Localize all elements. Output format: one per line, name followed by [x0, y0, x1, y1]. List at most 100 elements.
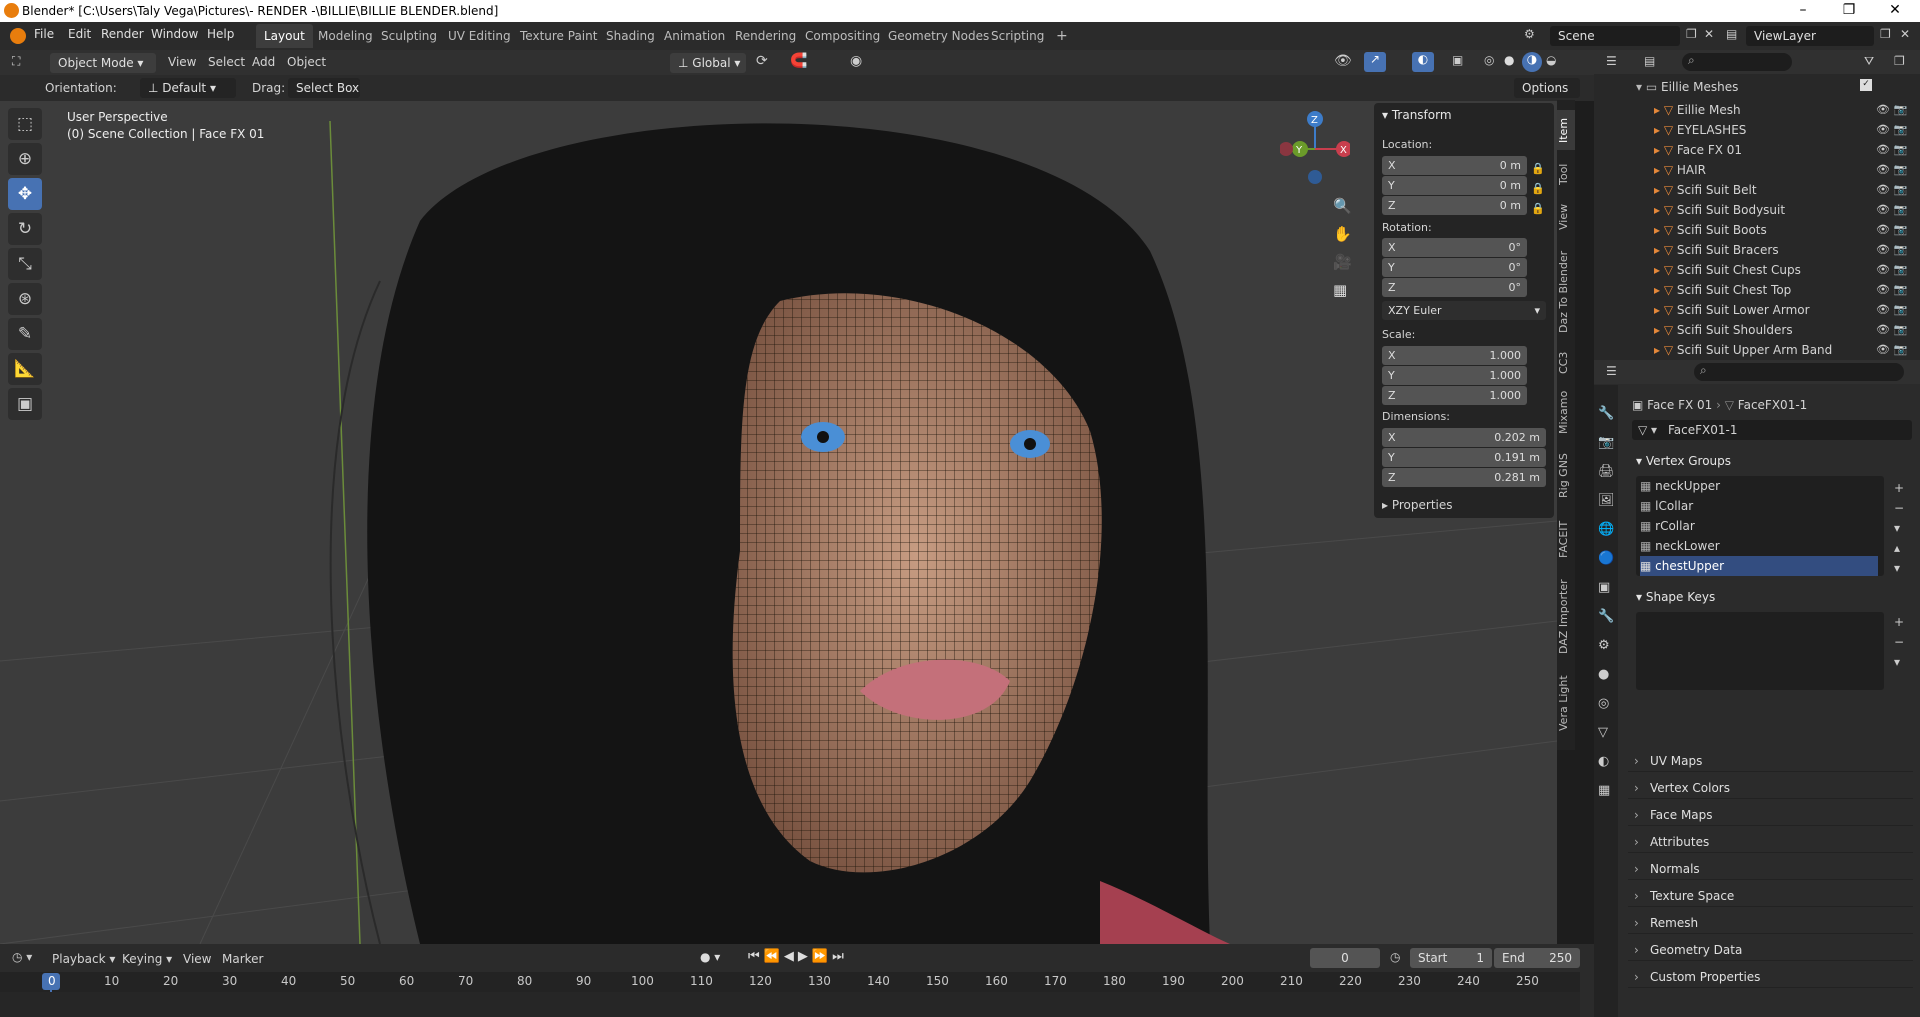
tab-rig-gns[interactable]: Rig GNS	[1557, 446, 1575, 506]
properties-editor-icon[interactable]: ☰	[1606, 364, 1617, 378]
menu-playback[interactable]: Playback ▾	[52, 952, 115, 966]
breadcrumb-mesh[interactable]: FaceFX01-1	[1738, 398, 1808, 412]
tab-texture-paint[interactable]: Texture Paint	[512, 24, 605, 48]
close-button[interactable]: ✕	[1872, 0, 1918, 22]
outliner-item[interactable]: ▸ ▽ HAIR	[1654, 160, 1706, 180]
properties-search-input[interactable]: ⌕	[1694, 363, 1904, 381]
outliner-item-selected[interactable]: ▸ ▽ Face FX 01	[1654, 140, 1742, 160]
timeline-track-area[interactable]	[0, 992, 1580, 1017]
drag-selector[interactable]: Select Box	[288, 78, 360, 98]
pan-hand-icon[interactable]: ✋	[1333, 225, 1352, 243]
new-scene-icon[interactable]: ❐	[1686, 27, 1697, 41]
outliner-item[interactable]: ▸ ▽ Scifi Suit Chest Top	[1654, 280, 1791, 300]
tab-compositing[interactable]: Compositing	[797, 24, 888, 48]
outliner-item[interactable]: ▸ ▽ Scifi Suit Boots	[1654, 220, 1767, 240]
annotate-icon[interactable]: ✎	[8, 318, 42, 350]
vertex-group-controls[interactable]: + − ▾ ▴ ▾	[1894, 478, 1904, 578]
outliner-item[interactable]: ▸ ▽ Scifi Suit Lower Armor	[1654, 300, 1810, 320]
visibility-icon[interactable]: 👁	[1334, 53, 1352, 69]
tab-layout[interactable]: Layout	[256, 24, 313, 48]
scale-z-field[interactable]: Z 1.000	[1382, 386, 1527, 405]
tab-cc3[interactable]: CC3	[1557, 348, 1575, 378]
tab-daz-to-blender[interactable]: Daz To Blender	[1557, 242, 1575, 342]
playback-controls[interactable]: ⏮⏪◀▶⏩⏭	[748, 949, 848, 964]
tab-modeling[interactable]: Modeling	[310, 24, 381, 48]
tab-view[interactable]: View	[1557, 198, 1575, 236]
collection-checkbox[interactable]: ✓	[1860, 79, 1872, 91]
current-frame-field[interactable]: 0	[1310, 948, 1380, 968]
vertex-group-row-active[interactable]: ▦ chestUpper	[1640, 556, 1878, 576]
tab-geometry-nodes[interactable]: Geometry Nodes	[880, 24, 997, 48]
remesh-section[interactable]: › Remesh	[1628, 912, 1913, 934]
ortho-grid-icon[interactable]: ▦	[1333, 281, 1347, 299]
wireframe-shading-icon[interactable]: ◎	[1484, 53, 1494, 67]
tab-uv-editing[interactable]: UV Editing	[440, 24, 519, 48]
outliner-item[interactable]: ▸ ▽ Scifi Suit Chest Cups	[1654, 260, 1801, 280]
vertex-groups-header[interactable]: ▾ Vertex Groups	[1636, 454, 1731, 468]
add-workspace-button[interactable]: +	[1048, 24, 1076, 48]
start-frame-field[interactable]: Start 1	[1410, 948, 1492, 968]
outliner-item[interactable]: ▸ ▽ Eillie Mesh	[1654, 100, 1741, 120]
tab-vera-light[interactable]: Vera Light	[1557, 668, 1575, 738]
uv-maps-section[interactable]: › UV Maps	[1628, 750, 1913, 772]
menu-edit[interactable]: Edit	[68, 27, 91, 41]
view-layer-selector[interactable]: ViewLayer	[1746, 26, 1874, 46]
properties-subpanel[interactable]: ▸ Properties	[1382, 498, 1453, 512]
vertex-group-row[interactable]: ▦ rCollar	[1640, 516, 1878, 536]
tab-item[interactable]: Item	[1557, 110, 1575, 150]
end-frame-field[interactable]: End 250	[1494, 948, 1580, 968]
vertex-group-row[interactable]: ▦ lCollar	[1640, 496, 1878, 516]
menu-timeline-view[interactable]: View	[183, 952, 211, 966]
tab-faceit[interactable]: FACEIT	[1557, 512, 1575, 566]
mesh-datablock-field[interactable]: ▽ ▾ FaceFX01-1	[1632, 420, 1912, 440]
attributes-section[interactable]: › Attributes	[1628, 831, 1913, 853]
transform-orientation-selector[interactable]: ⊥ Global ▾	[670, 53, 746, 73]
texture-space-section[interactable]: › Texture Space	[1628, 885, 1913, 907]
outliner-editor-icon[interactable]: ☰	[1606, 54, 1617, 68]
outliner-item[interactable]: ▸ ▽ Scifi Suit Bracers	[1654, 240, 1779, 260]
vertex-colors-section[interactable]: › Vertex Colors	[1628, 777, 1913, 799]
outliner-item[interactable]: ▸ ▽ EYELASHES	[1654, 120, 1746, 140]
dimensions-x-field[interactable]: X 0.202 m	[1382, 428, 1546, 447]
outliner-item[interactable]: ▸ ▽ Scifi Suit Belt	[1654, 180, 1757, 200]
menu-view[interactable]: View	[168, 55, 196, 69]
display-mode-icon[interactable]: ▤	[1644, 54, 1655, 68]
overlay-toggle-icon[interactable]: ◐	[1412, 52, 1434, 72]
rotation-x-field[interactable]: X 0°	[1382, 238, 1527, 257]
menu-help[interactable]: Help	[207, 27, 234, 41]
tab-rendering[interactable]: Rendering	[727, 24, 804, 48]
tab-mixamo[interactable]: Mixamo	[1557, 384, 1575, 440]
filter-icon[interactable]: ⛛	[1864, 54, 1874, 69]
proportional-edit-icon[interactable]: ◉	[850, 53, 862, 69]
select-box-icon[interactable]: ⬚	[8, 108, 42, 140]
new-collection-icon[interactable]: ❐	[1894, 54, 1905, 68]
delete-scene-icon[interactable]: ✕	[1704, 27, 1714, 41]
outliner-item[interactable]: ▸ ▽ Scifi Suit Shoulders	[1654, 320, 1793, 340]
3d-viewport[interactable]: User Perspective (0) Scene Collection | …	[0, 101, 1557, 944]
location-y-field[interactable]: Y 0 m	[1382, 176, 1527, 195]
rotate-icon[interactable]: ↻	[8, 213, 42, 245]
add-cube-icon[interactable]: ▣	[8, 388, 42, 420]
maximize-button[interactable]: ❐	[1826, 0, 1872, 22]
tab-sculpting[interactable]: Sculpting	[373, 24, 445, 48]
normals-section[interactable]: › Normals	[1628, 858, 1913, 880]
camera-view-icon[interactable]: 🎥	[1333, 253, 1352, 271]
menu-marker[interactable]: Marker	[222, 952, 263, 966]
clock-icon[interactable]: ◷	[1390, 950, 1400, 964]
pivot-icon[interactable]: ⟳	[756, 53, 768, 69]
shape-key-controls[interactable]: + − ▾	[1894, 612, 1904, 672]
outliner-search-input[interactable]: ⌕	[1682, 53, 1792, 71]
lock-icons[interactable]: 🔒 🔒 🔒	[1531, 159, 1545, 219]
face-maps-section[interactable]: › Face Maps	[1628, 804, 1913, 826]
mode-selector[interactable]: Object Mode ▾	[50, 53, 156, 73]
tab-animation[interactable]: Animation	[656, 24, 733, 48]
scale-y-field[interactable]: Y 1.000	[1382, 366, 1527, 385]
frame-ruler[interactable]: 0 10 20 30 40 50 60 70 80 90 100 110 120…	[0, 972, 1580, 1017]
navigation-gizmo[interactable]: Z X Y	[1280, 109, 1350, 189]
tab-daz-importer[interactable]: DAZ Importer	[1557, 572, 1575, 662]
outliner-item[interactable]: ▸ ▽ Scifi Suit Upper Arm Band	[1654, 340, 1832, 360]
rotation-y-field[interactable]: Y 0°	[1382, 258, 1527, 277]
record-icon[interactable]: ● ▾	[700, 950, 720, 964]
menu-object[interactable]: Object	[287, 55, 326, 69]
tab-tool[interactable]: Tool	[1557, 156, 1575, 192]
